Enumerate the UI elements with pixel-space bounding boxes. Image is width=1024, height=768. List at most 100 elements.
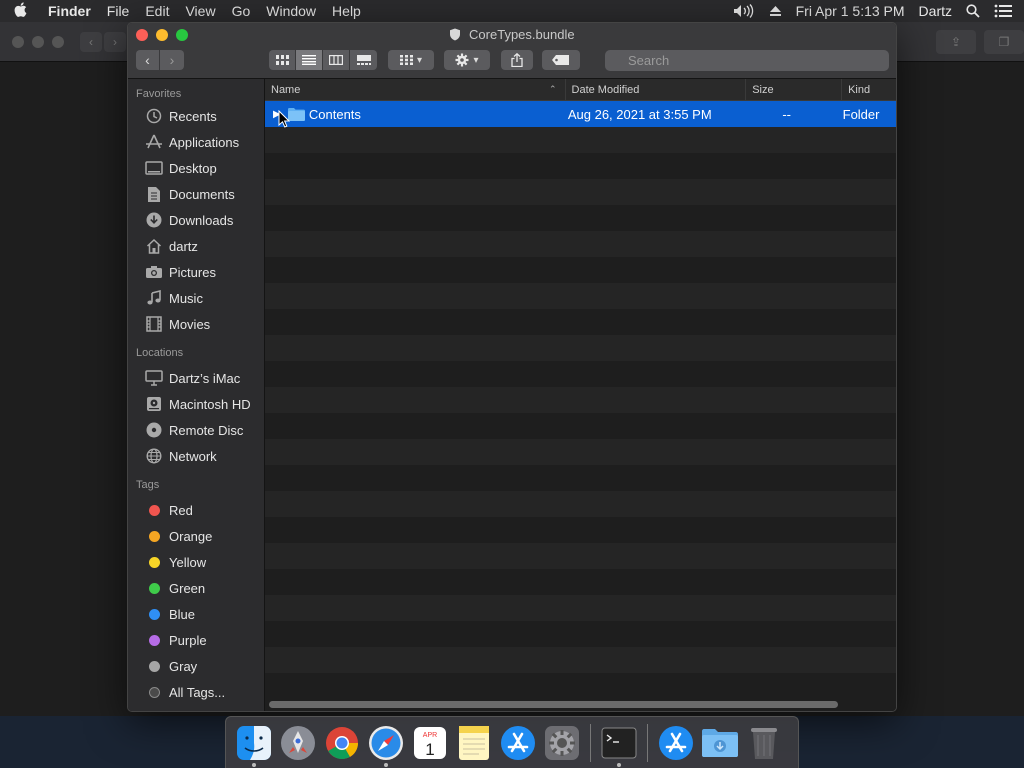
sidebar-item-desktop[interactable]: Desktop (128, 155, 264, 181)
dock-trash[interactable] (742, 721, 786, 765)
table-row[interactable]: ▶ Contents Aug 26, 2021 at 3:55 PM -- Fo… (265, 101, 896, 127)
sidebar-tag-gray[interactable]: Gray (128, 653, 264, 679)
menu-edit[interactable]: Edit (137, 3, 177, 19)
list-view-button[interactable] (296, 50, 323, 70)
search-input[interactable] (605, 50, 889, 71)
menu-finder[interactable]: Finder (40, 3, 99, 19)
action-button[interactable]: ▾ (444, 50, 490, 70)
tag-color-purple (148, 634, 160, 646)
dock-app-store[interactable] (496, 721, 540, 765)
dock-downloads-folder[interactable] (698, 721, 742, 765)
tag-dot-icon (145, 631, 163, 649)
sidebar-item-label: All Tags... (169, 684, 226, 700)
sidebar-item-documents[interactable]: Documents (128, 181, 264, 207)
empty-row (265, 127, 896, 153)
sidebar-item-downloads[interactable]: Downloads (128, 207, 264, 233)
sidebar-item-applications[interactable]: Applications (128, 129, 264, 155)
grid-icon (275, 55, 289, 65)
dock-terminal[interactable] (597, 721, 641, 767)
dock-notes[interactable] (452, 721, 496, 765)
column-view-button[interactable] (323, 50, 350, 70)
empty-row (265, 465, 896, 491)
tags-button[interactable] (542, 50, 580, 70)
dock-calendar[interactable]: APR 1 (408, 721, 452, 765)
horizontal-scrollbar[interactable] (269, 701, 838, 708)
share-button[interactable] (501, 50, 533, 70)
sidebar-item-label: Orange (169, 528, 213, 544)
hard-disk-icon (145, 395, 163, 413)
empty-row (265, 647, 896, 673)
window-title: CoreTypes.bundle (128, 27, 896, 42)
sidebar-item-macintosh-hd[interactable]: Macintosh HD (128, 391, 264, 417)
sidebar-all-tags[interactable]: All Tags... (128, 679, 264, 705)
dock-system-preferences[interactable] (540, 721, 584, 765)
sidebar-tag-green[interactable]: Green (128, 575, 264, 601)
menu-go[interactable]: Go (224, 3, 259, 19)
sidebar-tag-orange[interactable]: Orange (128, 523, 264, 549)
sidebar-item-imac[interactable]: Dartz’s iMac (128, 365, 264, 391)
apple-menu-icon[interactable] (0, 1, 40, 21)
menu-help[interactable]: Help (324, 3, 369, 19)
gallery-view-button[interactable] (350, 50, 377, 70)
document-icon (145, 185, 163, 203)
dock-applications-folder[interactable] (654, 721, 698, 765)
sidebar-item-remote-disc[interactable]: Remote Disc (128, 417, 264, 443)
tag-color-blue (148, 608, 160, 620)
column-name-header[interactable]: Name ⌃ (265, 78, 566, 101)
sidebar-item-pictures[interactable]: Pictures (128, 259, 264, 285)
file-name: Contents (308, 106, 361, 122)
back-button[interactable]: ‹ (136, 50, 160, 70)
column-size-header[interactable]: Size (746, 78, 843, 101)
terminal-icon (601, 727, 637, 758)
empty-row (265, 361, 896, 387)
sidebar-tag-yellow[interactable]: Yellow (128, 549, 264, 575)
sidebar-item-label: Gray (169, 658, 198, 674)
sidebar-item-movies[interactable]: Movies (128, 311, 264, 337)
tag-color-green (148, 582, 160, 594)
empty-row (265, 413, 896, 439)
sidebar-item-label: Dartz’s iMac (169, 370, 241, 386)
column-kind-header[interactable]: Kind (842, 79, 896, 101)
empty-row (265, 283, 896, 309)
menu-window[interactable]: Window (258, 3, 324, 19)
sidebar-item-network[interactable]: Network (128, 443, 264, 469)
chevron-left-icon: ‹ (80, 32, 102, 52)
download-icon (145, 211, 163, 229)
background-window-controls (12, 36, 64, 48)
spotlight-search-icon[interactable] (959, 4, 987, 18)
dock-separator (590, 723, 591, 762)
icon-view-button[interactable] (269, 50, 296, 70)
forward-button[interactable]: › (160, 50, 184, 70)
running-indicator (617, 762, 621, 767)
empty-row (265, 621, 896, 647)
tag-dot-icon (145, 501, 163, 519)
sidebar-tag-red[interactable]: Red (128, 497, 264, 523)
duplicate-icon: ❐ (984, 30, 1024, 54)
dock-finder[interactable] (232, 721, 276, 767)
tag-color-yellow (148, 556, 160, 568)
clock-text[interactable]: Fri Apr 1 5:13 PM (789, 3, 912, 19)
sidebar-tag-blue[interactable]: Blue (128, 601, 264, 627)
tag-color-orange (148, 530, 160, 542)
empty-row (265, 205, 896, 231)
volume-icon[interactable] (726, 4, 762, 18)
notification-center-icon[interactable] (987, 4, 1024, 18)
computer-icon (145, 369, 163, 387)
sidebar-item-home[interactable]: dartz (128, 233, 264, 259)
column-date-header[interactable]: Date Modified (566, 78, 747, 101)
menu-view[interactable]: View (177, 3, 223, 19)
empty-row (265, 231, 896, 257)
finder-icon (237, 725, 271, 760)
dock-chrome[interactable] (320, 721, 364, 765)
dock-safari[interactable] (364, 721, 408, 767)
user-name[interactable]: Dartz (912, 3, 959, 19)
group-by-button[interactable]: ▾ (388, 50, 434, 70)
sidebar-item-recents[interactable]: Recents (128, 103, 264, 129)
menu-file[interactable]: File (99, 3, 138, 19)
eject-icon[interactable] (762, 5, 789, 17)
dock-launchpad[interactable] (276, 721, 320, 765)
running-indicator (252, 762, 256, 767)
sidebar-item-music[interactable]: Music (128, 285, 264, 311)
sidebar-item-label: Blue (169, 606, 196, 622)
sidebar-tag-purple[interactable]: Purple (128, 627, 264, 653)
